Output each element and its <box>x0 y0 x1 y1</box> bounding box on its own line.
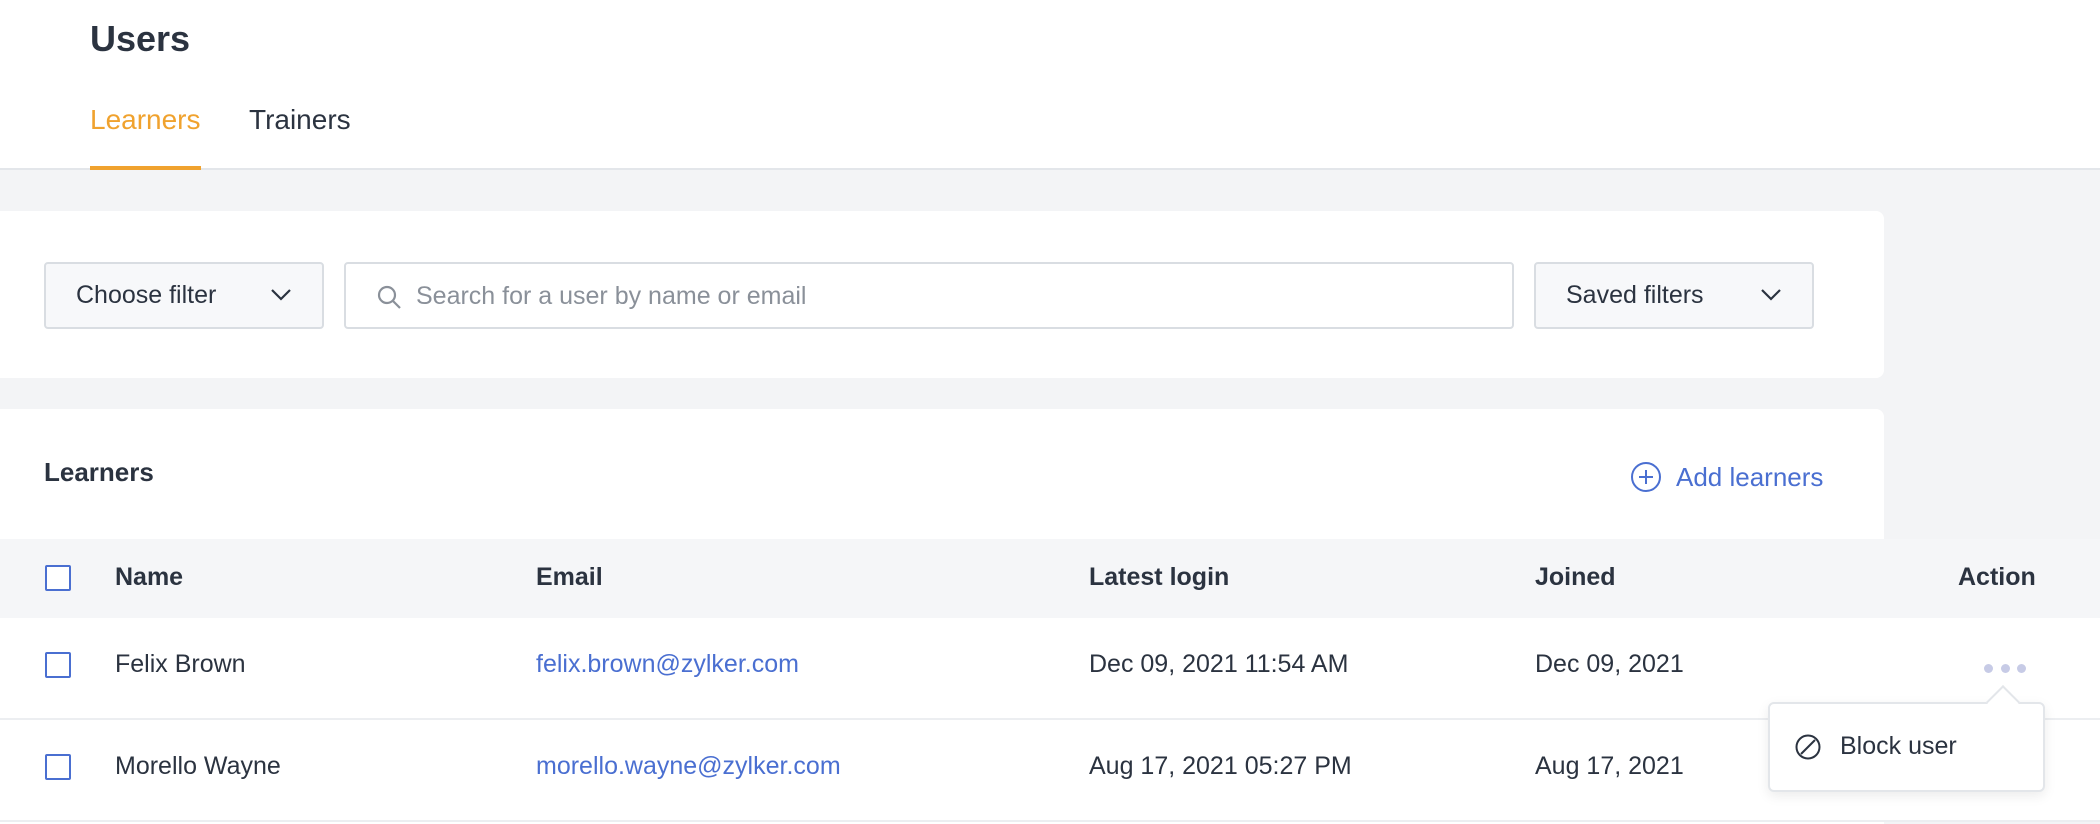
saved-filters-label: Saved filters <box>1566 281 1704 309</box>
plus-circle-icon <box>1631 462 1661 492</box>
table-header: Name Email Latest login Joined Action <box>0 539 2100 618</box>
search-input[interactable] <box>416 274 1496 318</box>
latest-login: Dec 09, 2021 11:54 AM <box>1089 650 1349 678</box>
chevron-down-icon <box>271 289 291 301</box>
joined-date: Aug 17, 2021 <box>1535 752 1684 780</box>
choose-filter-label: Choose filter <box>76 281 217 309</box>
block-user-menu-item[interactable]: Block user <box>1794 732 1957 761</box>
more-horizontal-icon[interactable] <box>1984 662 2026 674</box>
block-user-label: Block user <box>1840 732 1957 760</box>
add-learners-button[interactable]: Add learners <box>1630 461 1823 493</box>
tab-learners[interactable]: Learners <box>90 104 201 170</box>
column-header-action: Action <box>1958 563 2036 591</box>
user-name: Morello Wayne <box>115 752 281 780</box>
page-header: Users Learners Trainers <box>0 0 2100 170</box>
block-icon <box>1795 734 1821 759</box>
latest-login: Aug 17, 2021 05:27 PM <box>1089 752 1352 780</box>
column-header-name[interactable]: Name <box>115 563 183 592</box>
search-icon <box>377 285 401 309</box>
page-title: Users <box>90 18 191 59</box>
select-all-checkbox[interactable] <box>45 565 71 591</box>
tab-trainers[interactable]: Trainers <box>249 104 351 170</box>
user-email-link[interactable]: morello.wayne@zylker.com <box>536 752 841 781</box>
row-checkbox[interactable] <box>45 652 71 678</box>
column-header-email[interactable]: Email <box>536 563 603 592</box>
column-header-latest-login[interactable]: Latest login <box>1089 563 1229 592</box>
column-header-joined[interactable]: Joined <box>1535 563 1616 592</box>
saved-filters-dropdown[interactable]: Saved filters <box>1534 262 1814 329</box>
search-field[interactable] <box>344 262 1514 329</box>
card-title: Learners <box>44 457 154 487</box>
add-learners-label: Add learners <box>1676 461 1824 492</box>
row-checkbox[interactable] <box>45 754 71 780</box>
choose-filter-dropdown[interactable]: Choose filter <box>44 262 324 329</box>
chevron-down-icon <box>1761 289 1781 301</box>
joined-date: Dec 09, 2021 <box>1535 650 1684 678</box>
user-email-link[interactable]: felix.brown@zylker.com <box>536 650 799 679</box>
user-name: Felix Brown <box>115 650 246 678</box>
filter-bar: Choose filter Saved filters <box>0 211 1884 378</box>
